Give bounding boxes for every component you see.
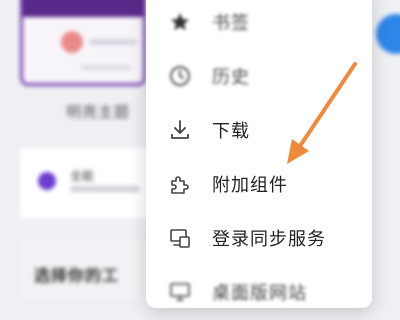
annotation-arrow-icon <box>287 62 357 164</box>
